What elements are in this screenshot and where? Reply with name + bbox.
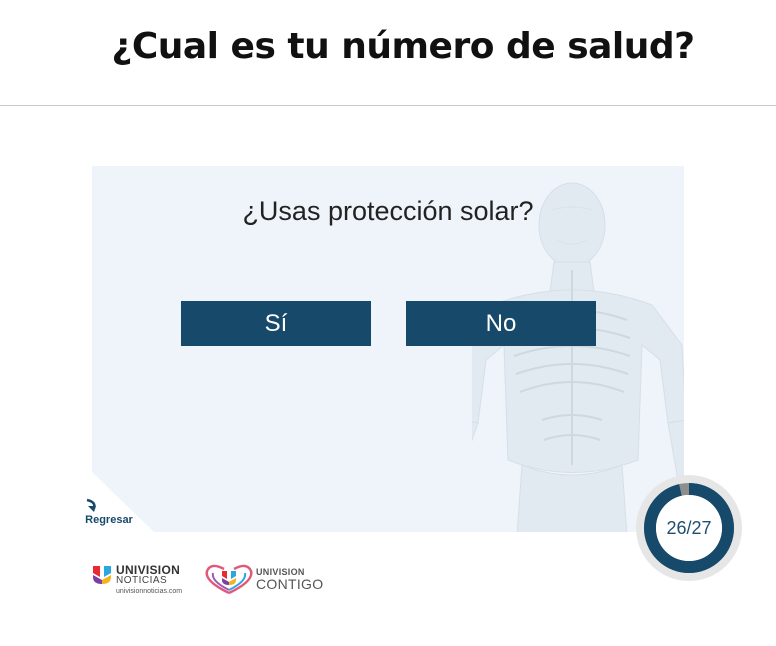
contigo-heart-icon [205, 564, 253, 595]
quiz-question: ¿Usas protección solar? [242, 196, 534, 226]
univision-noticias-logo: UNIVISION NOTICIAS univisionnoticias.com [92, 563, 196, 597]
back-arrow-icon [86, 498, 96, 512]
noticias-url: univisionnoticias.com [116, 588, 183, 595]
quiz-panel: ¿Usas protección solar? Sí No [92, 166, 684, 532]
answer-yes-button[interactable]: Sí [181, 301, 371, 346]
back-label: Regresar [85, 514, 133, 526]
answer-no-button[interactable]: No [406, 301, 596, 346]
contigo-sub: CONTIGO [256, 576, 324, 592]
back-button[interactable]: Regresar [84, 497, 134, 526]
univision-u-icon [93, 566, 111, 584]
progress-counter: 26/27 [666, 518, 712, 538]
univision-contigo-logo: UNIVISION CONTIGO [202, 563, 326, 597]
page-header: ¿Cual es tu número de salud? [0, 0, 776, 106]
noticias-sub: NOTICIAS [116, 575, 168, 586]
page-title: ¿Cual es tu número de salud? [111, 26, 695, 67]
